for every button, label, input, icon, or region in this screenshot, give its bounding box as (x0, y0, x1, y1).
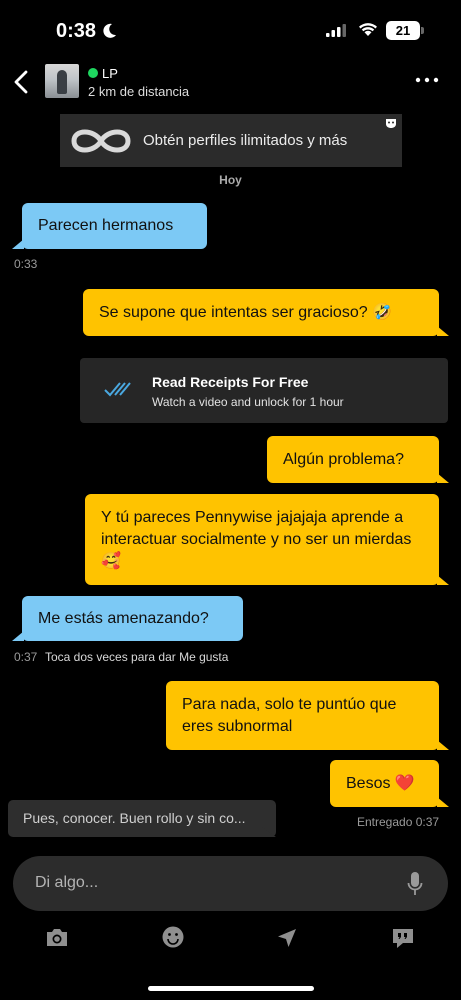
message-text: Parecen hermanos (38, 217, 174, 234)
infinity-icon (71, 129, 131, 153)
microphone-icon[interactable] (407, 871, 423, 897)
message-bubble-outgoing[interactable]: Se supone que intentas ser gracioso? 🤣 (83, 289, 439, 336)
suggestion-tail (262, 827, 276, 837)
message-bubble-outgoing[interactable]: Para nada, solo te puntúo que eres subno… (166, 681, 439, 750)
battery-icon: 21 (386, 21, 420, 40)
suggested-reply[interactable]: Pues, conocer. Buen rollo y sin co... (8, 800, 276, 837)
bubble-tail (437, 575, 449, 585)
message-time: 0:33 (14, 257, 38, 271)
bubble-tail (12, 631, 24, 641)
double-check-icon (104, 382, 131, 397)
read-receipts-title: Read Receipts For Free (152, 374, 309, 390)
message-text: Algún problema? (283, 451, 404, 468)
moon-icon (103, 23, 116, 38)
wifi-icon (359, 23, 377, 36)
status-bar: 0:38 21 (0, 0, 461, 60)
read-receipts-promo[interactable]: Read Receipts For Free Watch a video and… (80, 358, 448, 423)
profile-distance: 2 km de distancia (88, 84, 190, 99)
bubble-tail (437, 326, 449, 336)
avatar-figure (57, 70, 67, 94)
delivered-status: Entregado 0:37 (357, 815, 440, 829)
message-text: Y tú pareces Pennywise jajajaja aprende … (101, 509, 412, 570)
avatar[interactable] (45, 64, 79, 98)
camera-icon[interactable] (45, 927, 69, 948)
chat-header: LP 2 km de distancia (0, 60, 461, 104)
more-options-icon[interactable] (412, 70, 442, 90)
message-bubble-outgoing[interactable]: Algún problema? (267, 436, 439, 483)
message-input-placeholder: Di algo... (35, 874, 99, 891)
bubble-tail (437, 473, 449, 483)
message-text: Se supone que intentas ser gracioso? 🤣 (99, 304, 392, 321)
message-bubble-incoming[interactable]: Parecen hermanos (22, 203, 207, 249)
bubble-tail (12, 239, 24, 249)
status-time: 0:38 (56, 20, 97, 42)
message-text: Besos ❤️ (346, 775, 415, 792)
message-bubble-outgoing[interactable]: Besos ❤️ (330, 760, 439, 807)
bubble-tail (437, 740, 449, 750)
location-icon[interactable] (276, 927, 298, 949)
message-bubble-incoming[interactable]: Me estás amenazando? (22, 596, 243, 641)
profile-name[interactable]: LP (102, 66, 118, 81)
bubble-tail (437, 797, 449, 807)
message-text: Me estás amenazando? (38, 610, 209, 627)
message-input[interactable]: Di algo... (13, 856, 448, 911)
message-text: Para nada, solo te puntúo que eres subno… (182, 696, 397, 735)
read-receipts-subtitle: Watch a video and unlock for 1 hour (152, 395, 344, 409)
quick-replies-icon[interactable] (391, 927, 415, 949)
message-bubble-outgoing[interactable]: Y tú pareces Pennywise jajajaja aprende … (85, 494, 439, 585)
promo-text: Obtén perfiles ilimitados y más (143, 132, 348, 149)
battery-cap (421, 27, 424, 34)
unlimited-promo-banner[interactable]: Obtén perfiles ilimitados y más (60, 114, 402, 167)
message-time: 0:37 (14, 650, 38, 664)
back-button[interactable] (8, 66, 36, 98)
double-tap-like-hint: Toca dos veces para dar Me gusta (45, 650, 229, 664)
date-divider: Hoy (219, 173, 242, 187)
signal-icon (326, 24, 346, 37)
emoji-icon[interactable] (162, 926, 184, 948)
online-status-dot (88, 68, 98, 78)
mask-icon (386, 119, 396, 128)
home-indicator (148, 986, 314, 991)
